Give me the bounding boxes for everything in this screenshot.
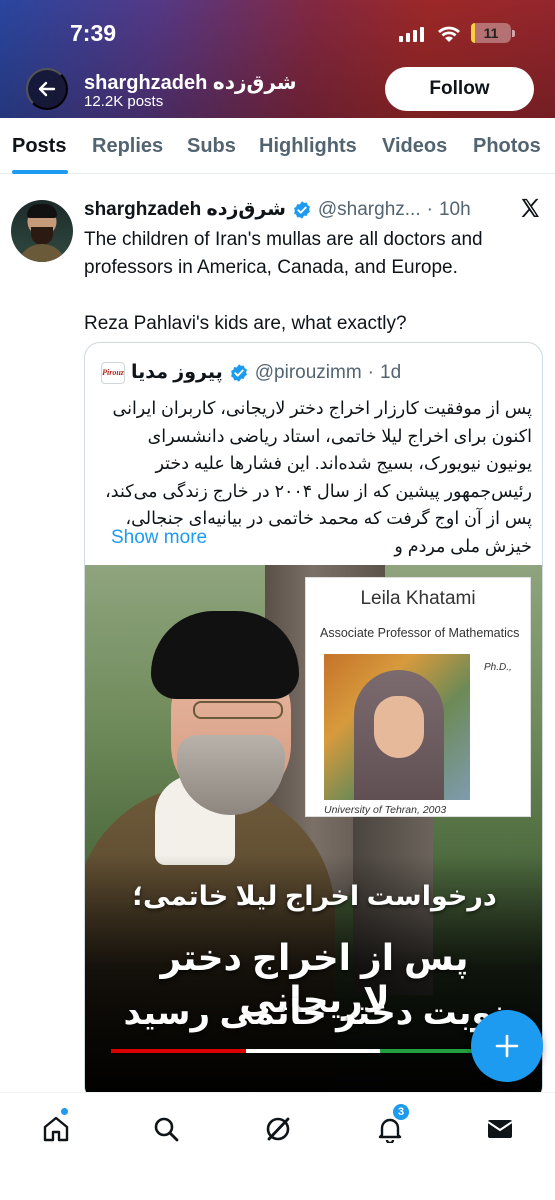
- notifications-badge: 3: [392, 1103, 410, 1121]
- active-tab-indicator: [12, 170, 68, 174]
- quoted-author-handle: @pirouzimm: [254, 361, 362, 383]
- nav-grok[interactable]: [258, 1109, 298, 1149]
- grok-icon: [266, 1117, 290, 1141]
- quoted-author-name: پیروز مدیا: [131, 362, 223, 383]
- profile-photo: [324, 654, 470, 800]
- home-unread-dot: [60, 1107, 69, 1116]
- tweet-text: The children of Iran's mullas are all do…: [84, 226, 539, 338]
- tab-subs[interactable]: Subs: [187, 135, 236, 158]
- header-profile-name: sharghzadeh شرق‌زده: [84, 72, 297, 94]
- quoted-tweet-header: Pirouz پیروز مدیا @pirouzimm · 1d: [101, 361, 401, 384]
- verified-badge-icon: [293, 200, 310, 219]
- tweet-author-handle: @sharghz...: [317, 198, 421, 220]
- plus-icon: [495, 1034, 519, 1058]
- flag-color-bar: [111, 1049, 516, 1053]
- nav-notifications[interactable]: 3: [370, 1103, 410, 1149]
- quoted-media-image[interactable]: Leila Khatami Associate Professor of Mat…: [85, 565, 542, 1101]
- separator-dot: ·: [367, 361, 374, 383]
- header-posts-count: 12.2K posts: [84, 93, 164, 110]
- tab-highlights[interactable]: Highlights: [259, 135, 357, 158]
- tab-photos[interactable]: Photos: [473, 135, 541, 158]
- status-time: 7:39: [70, 20, 117, 46]
- compose-button[interactable]: [471, 1010, 543, 1082]
- inset-title: Leila Khatami: [360, 588, 476, 609]
- tab-videos[interactable]: Videos: [382, 135, 447, 158]
- quoted-tweet[interactable]: Pirouz پیروز مدیا @pirouzimm · 1d پس از …: [84, 342, 543, 1102]
- separator-dot: ·: [426, 198, 433, 220]
- tweet-timestamp: 10h: [438, 198, 471, 220]
- nav-messages[interactable]: [480, 1109, 520, 1149]
- wifi-icon: [436, 24, 462, 49]
- battery-icon: 11: [471, 23, 515, 43]
- tab-posts[interactable]: Posts: [12, 135, 66, 158]
- tweet-header: sharghzadeh شرق‌زده @sharghz... · 10h: [84, 198, 471, 221]
- tweet-text-paragraph: Reza Pahlavi's kids are, what exactly?: [84, 313, 407, 334]
- nav-home[interactable]: [36, 1107, 76, 1149]
- verified-badge-icon: [230, 363, 247, 382]
- tweet-author-name[interactable]: sharghzadeh شرق‌زده: [84, 198, 286, 221]
- tab-replies[interactable]: Replies: [92, 135, 163, 158]
- inset-caption: University of Tehran, 2003: [324, 804, 447, 816]
- image-overlay-headline: نوبت دختر خاتمی رسید: [123, 994, 506, 1032]
- follow-button[interactable]: Follow: [385, 67, 534, 111]
- quoted-author-avatar: Pirouz: [101, 361, 125, 384]
- status-bar: 7:39 11: [0, 18, 555, 50]
- nav-search[interactable]: [146, 1109, 186, 1149]
- profile-tabs: Posts Replies Subs Highlights Videos Pho…: [0, 118, 555, 174]
- home-icon: [43, 1116, 69, 1142]
- quoted-timestamp: 1d: [380, 361, 402, 383]
- messages-icon: [487, 1120, 513, 1138]
- profile-header-banner: 7:39 11 sharghzadeh شرق‌زده 12.2K posts …: [0, 0, 555, 118]
- avatar[interactable]: [11, 200, 73, 262]
- bottom-navigation: 3: [0, 1092, 555, 1200]
- search-icon: [154, 1117, 179, 1142]
- tweet-text-paragraph: The children of Iran's mullas are all do…: [84, 229, 483, 278]
- cellular-signal-icon: [399, 26, 424, 42]
- faculty-profile-card: Leila Khatami Associate Professor of Mat…: [305, 577, 531, 817]
- battery-level: 11: [483, 25, 499, 41]
- back-button[interactable]: [26, 68, 68, 110]
- inset-degree: Ph.D.,: [484, 662, 512, 673]
- image-overlay-headline: درخواست اخراج لیلا خاتمی؛: [132, 881, 497, 911]
- arrow-left-icon: [38, 81, 56, 97]
- inset-role: Associate Professor of Mathematics: [320, 626, 520, 640]
- x-logo-icon: [519, 197, 541, 224]
- show-more-link[interactable]: Show more: [111, 527, 214, 549]
